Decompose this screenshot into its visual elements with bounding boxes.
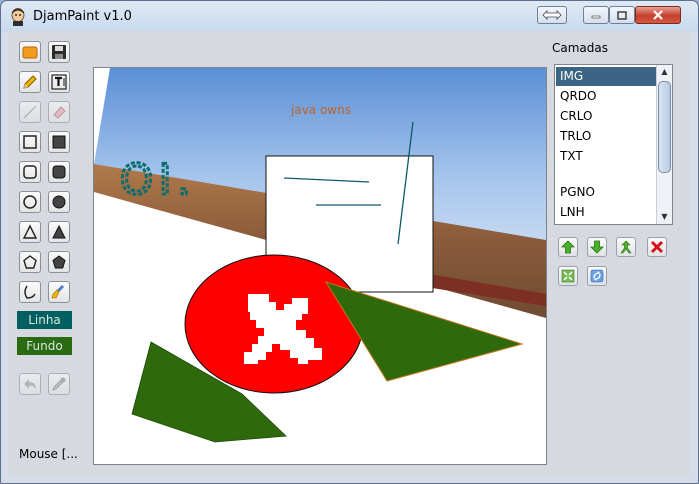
ellipse-filled-tool[interactable] — [48, 191, 70, 213]
line-tool[interactable] — [19, 101, 41, 123]
horizontal-arrows-icon — [542, 10, 562, 20]
close-button[interactable] — [635, 6, 681, 24]
layers-list[interactable]: IMG QRDO CRLO TRLO TXT PGNO LNH ▲ ▼ — [554, 64, 673, 225]
eyedropper-icon — [52, 377, 66, 391]
text-tool[interactable] — [48, 71, 70, 93]
fill-brush-tool[interactable] — [48, 281, 70, 303]
layer-item-lnh[interactable]: LNH — [556, 203, 658, 222]
diagonal-line-icon — [23, 105, 37, 119]
layer-item-qrdo[interactable]: QRDO — [556, 87, 658, 106]
triangle-outline-tool[interactable] — [19, 221, 41, 243]
maximize-button[interactable] — [609, 6, 635, 24]
close-icon — [653, 10, 663, 20]
status-bar-text: Mouse [... — [19, 447, 78, 461]
ellipse-outline-tool[interactable] — [19, 191, 41, 213]
refresh-arrows-icon — [590, 269, 604, 283]
move-layer-down-button[interactable] — [587, 237, 607, 257]
scroll-down-icon[interactable]: ▼ — [657, 210, 672, 224]
layers-scrollbar[interactable]: ▲ ▼ — [656, 65, 672, 224]
fit-layer-button[interactable] — [558, 266, 578, 286]
layers-title: Camadas — [552, 41, 608, 55]
canvas-drawn-text: OI. — [120, 155, 197, 204]
floppy-disk-icon — [52, 45, 66, 59]
client-area: Linha Fundo java owns OI. Camadas IMG QR… — [9, 31, 690, 475]
pencil-tool[interactable] — [19, 71, 41, 93]
layer-item-pgno[interactable]: PGNO — [556, 183, 658, 202]
text-cursor-icon — [51, 74, 67, 90]
expand-arrows-icon — [561, 269, 575, 283]
scroll-thumb[interactable] — [658, 81, 671, 173]
polygon-filled-tool[interactable] — [48, 251, 70, 273]
line-color-button[interactable]: Linha — [17, 311, 72, 329]
drawing-canvas[interactable]: java owns OI. — [93, 67, 547, 465]
pentagon-filled-icon — [52, 255, 66, 269]
rounded-rectangle-filled-tool[interactable] — [48, 161, 70, 183]
triangle-filled-tool[interactable] — [48, 221, 70, 243]
canvas-drawing: java owns OI. — [94, 68, 546, 443]
refresh-layer-button[interactable] — [587, 266, 607, 286]
merge-arrows-icon — [620, 240, 632, 254]
rectangle-outline-icon — [23, 135, 37, 149]
crescent-icon — [24, 285, 36, 299]
triangle-outline-icon — [22, 224, 38, 239]
layer-item-trlo[interactable]: TRLO — [556, 127, 658, 146]
save-tool[interactable] — [48, 41, 70, 63]
window-title: DjamPaint v1.0 — [33, 9, 132, 24]
resize-toggle-button[interactable] — [537, 6, 567, 24]
layer-item-crlo[interactable]: CRLO — [556, 107, 658, 126]
delete-layer-button[interactable] — [647, 237, 667, 257]
red-x-icon — [650, 240, 664, 254]
scroll-up-icon[interactable]: ▲ — [657, 65, 672, 79]
polygon-outline-tool[interactable] — [19, 251, 41, 273]
title-bar: DjamPaint v1.0 — [1, 1, 698, 31]
undo-arrow-icon — [24, 379, 36, 389]
eraser-icon — [53, 106, 66, 119]
triangle-filled-icon — [52, 224, 66, 239]
eraser-tool[interactable] — [48, 101, 70, 123]
open-image-tool[interactable] — [19, 41, 41, 63]
rectangle-outline-tool[interactable] — [19, 131, 41, 153]
green-up-arrow-icon — [561, 240, 575, 254]
open-folder-icon — [22, 46, 38, 59]
rectangle-filled-tool[interactable] — [48, 131, 70, 153]
pentagon-outline-icon — [23, 255, 37, 269]
undo-tool[interactable] — [19, 373, 41, 395]
circle-outline-icon — [23, 195, 37, 209]
fill-color-button[interactable]: Fundo — [17, 337, 72, 355]
layer-item-txt[interactable]: TXT — [556, 147, 658, 166]
maximize-icon — [617, 10, 627, 20]
layer-item-img[interactable]: IMG — [556, 67, 658, 86]
green-down-arrow-icon — [590, 240, 604, 254]
rounded-rectangle-outline-tool[interactable] — [19, 161, 41, 183]
move-layer-up-button[interactable] — [558, 237, 578, 257]
rectangle-filled-icon — [52, 135, 66, 149]
rounded-rectangle-filled-icon — [52, 165, 66, 179]
canvas-overlay-text: java owns — [290, 103, 351, 117]
eyedropper-tool[interactable] — [48, 373, 70, 395]
minimize-icon — [591, 15, 601, 19]
freeform-tool[interactable] — [19, 281, 41, 303]
circle-filled-icon — [52, 195, 66, 209]
pencil-icon — [23, 75, 37, 89]
app-window: DjamPaint v1.0 Linha Fundo java owns OI.… — [0, 0, 699, 484]
broom-icon — [51, 285, 64, 299]
app-avatar-icon — [11, 8, 25, 26]
minimize-button[interactable] — [583, 6, 609, 24]
merge-layers-button[interactable] — [616, 237, 636, 257]
rounded-rectangle-outline-icon — [23, 165, 37, 179]
